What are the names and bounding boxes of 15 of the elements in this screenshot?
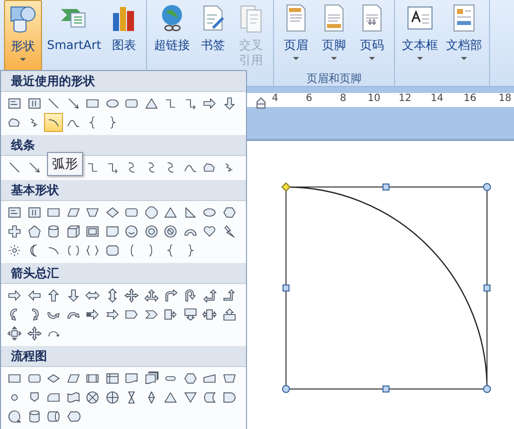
ruler-number: 10 <box>368 93 380 104</box>
group-label: 页眉和页脚 <box>306 72 362 85</box>
ruler-number: 18 <box>498 93 512 104</box>
ruler-number: 8 <box>340 93 346 104</box>
section-header: 基本形状 <box>1 180 246 201</box>
section-header: 流程图 <box>1 346 246 367</box>
section-header: 箭头总汇 <box>1 263 246 284</box>
ruler-number: 14 <box>430 93 444 104</box>
section-header: 线条 <box>1 135 246 156</box>
ruler-number: 16 <box>464 93 476 104</box>
ruler-number: 12 <box>398 93 412 104</box>
section-header: 最近使用的形状 <box>1 71 246 92</box>
tooltip: 弧形 <box>47 152 83 176</box>
ruler-number: 6 <box>306 93 312 104</box>
ruler-number: 4 <box>272 93 278 104</box>
